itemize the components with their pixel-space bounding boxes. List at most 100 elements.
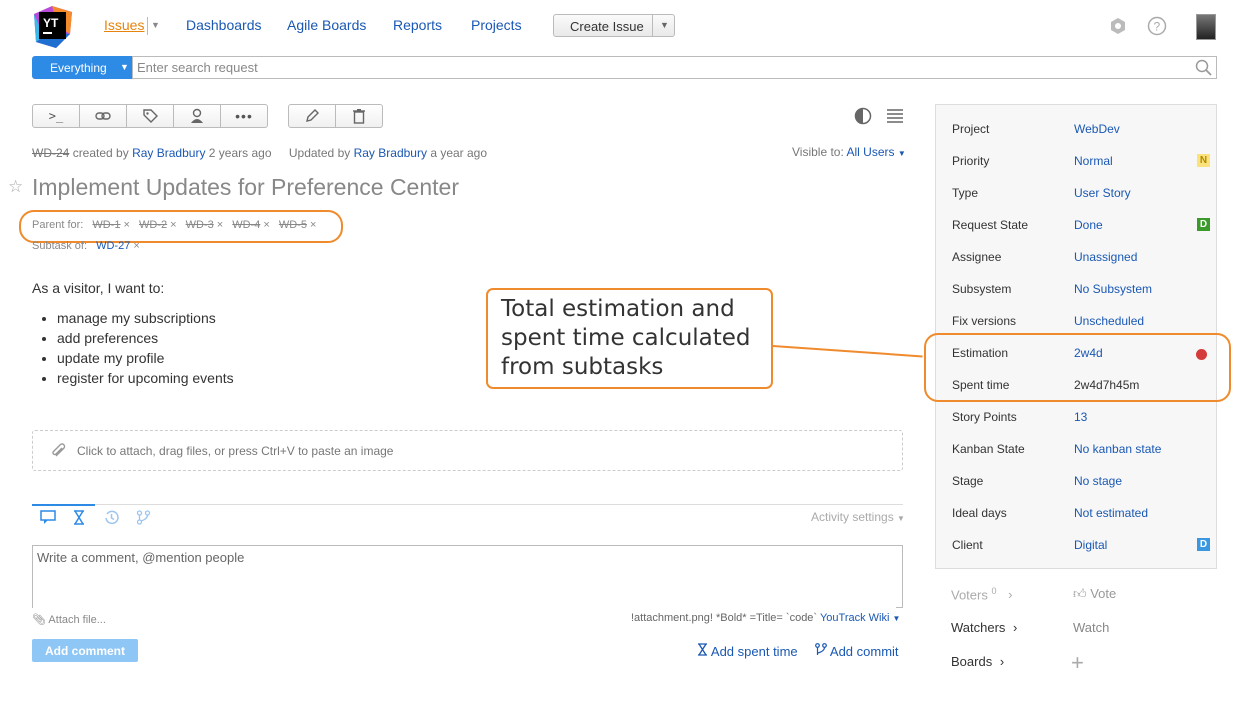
user-avatar[interactable] (1196, 14, 1216, 40)
add-board-icon[interactable]: + (1071, 650, 1084, 676)
edit-button[interactable] (289, 105, 336, 127)
field-story-points[interactable]: Story Points 13 (952, 410, 1210, 430)
activity-settings[interactable]: Activity settings ▼ (811, 510, 905, 524)
comment-input[interactable] (33, 546, 896, 609)
subtask-link[interactable]: WD-27 (96, 240, 130, 252)
field-project[interactable]: Project WebDev (952, 122, 1210, 142)
tab-spent-time[interactable] (63, 504, 95, 528)
svg-text:?: ? (1154, 20, 1161, 34)
watchers-row[interactable]: Watchers › (951, 620, 1017, 635)
field-name: Ideal days (952, 506, 1007, 520)
field-subsystem[interactable]: Subsystem No Subsystem (952, 282, 1210, 302)
created-ago: 2 years ago (208, 146, 272, 160)
settings-gear-icon[interactable] (1108, 16, 1128, 36)
field-request-state[interactable]: Request State Done D (952, 218, 1210, 238)
field-value[interactable]: WebDev (1074, 122, 1120, 136)
boards-row[interactable]: Boards › (951, 654, 1004, 669)
nav-agile-boards[interactable]: Agile Boards (287, 17, 366, 33)
field-value[interactable]: No stage (1074, 474, 1122, 488)
tag-icon (143, 109, 158, 123)
star-icon[interactable]: ☆ (8, 177, 23, 197)
created-by-link[interactable]: Ray Bradbury (132, 146, 205, 160)
field-value[interactable]: Unscheduled (1074, 314, 1144, 328)
field-stage[interactable]: Stage No stage (952, 474, 1210, 494)
field-value[interactable]: Digital (1074, 538, 1107, 552)
field-badge: D (1197, 218, 1210, 231)
assign-button[interactable] (174, 105, 221, 127)
voters-label: Voters (951, 587, 988, 603)
field-name: Subsystem (952, 282, 1012, 296)
field-assignee[interactable]: Assignee Unassigned (952, 250, 1210, 270)
visible-value[interactable]: All Users (846, 145, 894, 159)
field-value[interactable]: No kanban state (1074, 442, 1161, 456)
field-value[interactable]: Done (1074, 218, 1103, 232)
menu-lines-icon[interactable] (886, 108, 904, 127)
paperclip-icon: 📎︎ (32, 614, 46, 626)
vote-label: Vote (1090, 586, 1117, 601)
thumbs-up-icon: 👍︎ (1073, 586, 1087, 601)
add-commit-link[interactable]: Add commit (815, 643, 899, 659)
issue-meta: WD-24 created by Ray Bradbury 2 years ag… (32, 146, 487, 160)
tab-comments[interactable] (32, 504, 64, 528)
chevron-down-icon[interactable]: ▼ (660, 20, 669, 30)
watch-button[interactable]: Watch (1073, 620, 1109, 635)
search-icon[interactable] (1195, 59, 1212, 76)
parent-highlight (19, 210, 343, 243)
updated-ago: a year ago (430, 146, 488, 160)
field-client[interactable]: Client Digital D (952, 538, 1210, 558)
field-value[interactable]: Unassigned (1074, 250, 1137, 264)
tag-button[interactable] (127, 105, 174, 127)
issue-id[interactable]: WD-24 (32, 146, 69, 160)
more-button[interactable]: ••• (221, 105, 267, 127)
callout-text: Total estimation and spent time calculat… (501, 295, 751, 382)
vote-button[interactable]: 👍︎ Vote (1073, 586, 1116, 602)
create-issue-button[interactable]: Create Issue ▼ (553, 14, 675, 37)
field-ideal-days[interactable]: Ideal days Not estimated (952, 506, 1210, 526)
more-icon: ••• (235, 108, 253, 124)
add-spent-time-link[interactable]: Add spent time (697, 643, 798, 659)
add-comment-button[interactable]: Add comment (32, 639, 138, 662)
field-value[interactable]: Not estimated (1074, 506, 1148, 520)
delete-button[interactable] (336, 105, 382, 127)
field-fix-versions[interactable]: Fix versions Unscheduled (952, 314, 1210, 334)
field-value[interactable]: 13 (1074, 410, 1087, 424)
tab-vcs[interactable] (127, 506, 159, 528)
history-icon (104, 510, 119, 524)
chevron-right-icon[interactable]: › (1008, 587, 1012, 602)
callout-box: Total estimation and spent time calculat… (486, 288, 773, 389)
link-button[interactable] (80, 105, 127, 127)
contrast-icon[interactable] (854, 107, 872, 128)
field-kanban-state[interactable]: Kanban State No kanban state (952, 442, 1210, 462)
field-priority[interactable]: Priority Normal N (952, 154, 1210, 174)
nav-projects[interactable]: Projects (471, 17, 522, 33)
field-type[interactable]: Type User Story (952, 186, 1210, 206)
chevron-down-icon[interactable]: ▼ (893, 614, 901, 623)
remove-icon[interactable]: × (133, 240, 139, 252)
command-button[interactable]: >_ (33, 105, 80, 127)
created-by-prefix: created by (72, 146, 129, 160)
field-value[interactable]: Normal (1074, 154, 1113, 168)
wiki-link[interactable]: YouTrack Wiki (820, 612, 889, 624)
youtrack-logo[interactable]: YT (32, 6, 74, 48)
branch-icon (136, 509, 150, 525)
nav-reports[interactable]: Reports (393, 17, 442, 33)
attach-file-link[interactable]: 📎︎ Attach file... (32, 613, 106, 626)
search-context-button[interactable]: Everything ▼ (32, 56, 132, 79)
nav-issues[interactable]: Issues (104, 17, 144, 33)
updated-by-link[interactable]: Ray Bradbury (354, 146, 427, 160)
boards-label: Boards (951, 654, 993, 669)
chevron-down-icon[interactable]: ▼ (898, 149, 906, 158)
attach-dropzone[interactable]: Click to attach, drag files, or press Ct… (32, 430, 903, 471)
nav-dashboards[interactable]: Dashboards (186, 17, 262, 33)
chevron-down-icon: ▼ (120, 62, 129, 72)
search-input[interactable] (133, 57, 1181, 78)
tab-history[interactable] (95, 506, 127, 528)
voters-row: Voters 0 › (951, 586, 1012, 602)
field-value[interactable]: No Subsystem (1074, 282, 1152, 296)
activity-divider (32, 504, 903, 505)
pencil-icon (306, 109, 319, 122)
help-icon[interactable]: ? (1147, 16, 1167, 36)
field-value[interactable]: User Story (1074, 186, 1131, 200)
create-issue-label: Create Issue (570, 19, 644, 34)
chevron-down-icon[interactable]: ▼ (151, 20, 160, 30)
